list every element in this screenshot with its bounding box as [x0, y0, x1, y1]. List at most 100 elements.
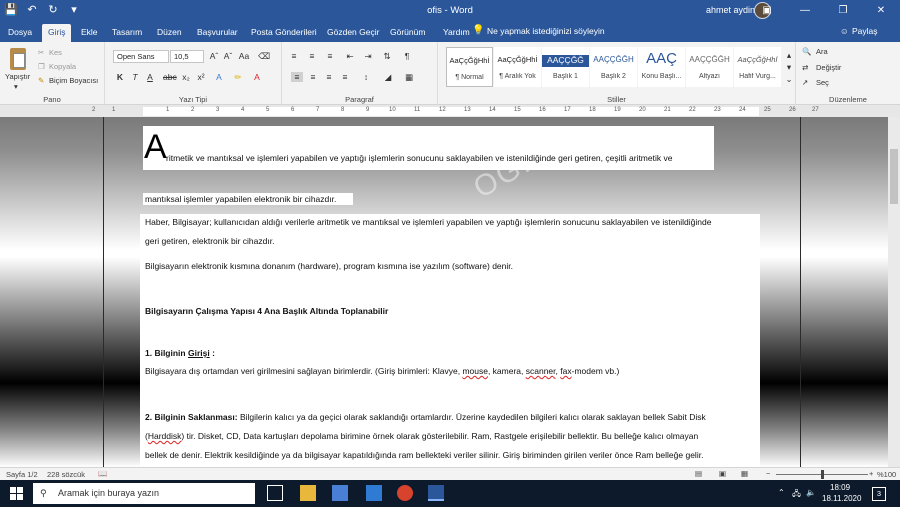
style-heading-1[interactable]: AAÇÇĞĞ Başlık 1: [542, 47, 589, 87]
multilevel-list-icon[interactable]: ≡: [324, 51, 336, 61]
ribbon-display-icon[interactable]: ▣: [748, 0, 786, 21]
find-button[interactable]: Ara: [816, 47, 828, 56]
tab-review[interactable]: Gözden Geçir: [327, 27, 379, 37]
zoom-in-icon[interactable]: +: [869, 469, 873, 478]
style-no-spacing[interactable]: AaÇçĞğHhİ ¶ Aralık Yok: [494, 47, 541, 87]
web-layout-icon[interactable]: ▦: [741, 469, 748, 478]
section-2-line-1[interactable]: 2. Bilginin Saklanması: Bilgilerin kalıc…: [145, 412, 706, 423]
paste-dropdown-icon[interactable]: ▾: [14, 82, 18, 91]
find-icon[interactable]: 🔍: [802, 47, 811, 56]
font-name-select[interactable]: Open Sans: [113, 50, 169, 63]
text-effects-icon[interactable]: A: [213, 72, 225, 82]
scrollbar-thumb[interactable]: [890, 149, 898, 204]
paragraph-2-line-2[interactable]: geri getiren, elektronik bir cihazdır.: [145, 236, 274, 247]
zoom-level[interactable]: %100: [877, 470, 896, 479]
notifications-icon[interactable]: 3: [872, 487, 886, 501]
styles-scroll-down-icon[interactable]: ▾: [783, 62, 795, 73]
underline-icon[interactable]: A: [144, 72, 156, 82]
styles-scroll-up-icon[interactable]: ▴: [783, 50, 795, 61]
paste-button-label[interactable]: Yapıştır: [5, 72, 30, 81]
paragraph-3[interactable]: Bilgisayarın elektronik kısmına donanım …: [145, 261, 513, 272]
decrease-indent-icon[interactable]: ⇤: [344, 51, 356, 62]
style-heading-2[interactable]: AAÇÇĞĞH Başlık 2: [590, 47, 637, 87]
numbering-icon[interactable]: ≡: [306, 51, 318, 61]
zoom-out-icon[interactable]: −: [766, 469, 770, 478]
superscript-icon[interactable]: x²: [195, 72, 207, 82]
section-heading[interactable]: Bilgisayarın Çalışma Yapısı 4 Ana Başlık…: [145, 306, 388, 317]
file-explorer-icon[interactable]: [300, 485, 316, 501]
horizontal-ruler[interactable]: 2 1 1 2 3 4 5 6 7 8 9 10 11 12 13 14 15 …: [0, 105, 900, 117]
shrink-font-icon[interactable]: Aˇ: [222, 51, 234, 61]
word-count[interactable]: 228 sözcük: [47, 470, 85, 479]
share-button[interactable]: Paylaş: [852, 26, 878, 36]
copy-icon[interactable]: ❐: [38, 62, 45, 71]
store-icon[interactable]: [332, 485, 348, 501]
show-marks-icon[interactable]: ¶: [401, 51, 413, 61]
paragraph-1-line-1[interactable]: ritmetik ve mantıksal ve işlemleri yapab…: [166, 153, 672, 164]
format-painter-icon[interactable]: ✎: [38, 76, 44, 85]
italic-icon[interactable]: T: [129, 72, 141, 82]
restore-button[interactable]: ❐: [824, 0, 862, 21]
styles-more-icon[interactable]: ⌄: [783, 74, 795, 85]
tab-insert[interactable]: Ekle: [81, 27, 98, 37]
tab-help[interactable]: Yardım: [443, 27, 470, 37]
borders-icon[interactable]: ▦: [403, 72, 415, 83]
clock-date[interactable]: 18.11.2020: [822, 494, 861, 503]
font-color-icon[interactable]: A: [251, 72, 263, 82]
volume-icon[interactable]: 🔈: [806, 488, 816, 497]
clear-formatting-icon[interactable]: ⌫: [258, 51, 270, 62]
replace-icon[interactable]: ⇄: [802, 63, 808, 72]
bold-icon[interactable]: K: [114, 72, 126, 82]
style-subtitle[interactable]: AAÇÇĞĞH Altyazı: [686, 47, 733, 87]
select-icon[interactable]: ↗: [802, 78, 808, 87]
tab-view[interactable]: Görünüm: [390, 27, 425, 37]
drop-cap[interactable]: A: [144, 130, 167, 164]
tab-layout[interactable]: Düzen: [157, 27, 182, 37]
section-2-line-3[interactable]: bellek de denir. Elektrik kesildiğinde y…: [145, 450, 703, 461]
tray-chevron-icon[interactable]: ⌃: [778, 488, 785, 497]
taskbar-search[interactable]: ⚲ Aramak için buraya yazın: [33, 483, 255, 504]
cut-button[interactable]: Kes: [49, 48, 62, 57]
section-1-title[interactable]: 1. Bilginin Girişi :: [145, 348, 215, 359]
task-view-icon[interactable]: [267, 485, 283, 501]
tell-me-search[interactable]: Ne yapmak istediğinizi söyleyin: [487, 26, 605, 36]
proofing-icon[interactable]: 📖: [98, 469, 107, 478]
page-count[interactable]: Sayfa 1/2: [6, 470, 38, 479]
highlight-icon[interactable]: ✏: [232, 72, 244, 83]
mail-icon[interactable]: [366, 485, 382, 501]
word-taskbar-icon[interactable]: [428, 485, 444, 501]
line-spacing-icon[interactable]: ↕: [360, 72, 372, 82]
format-painter-button[interactable]: Biçim Boyacısı: [49, 76, 98, 85]
align-left-icon[interactable]: ≡: [291, 72, 303, 82]
minimize-button[interactable]: —: [786, 0, 824, 21]
read-mode-icon[interactable]: ▤: [695, 469, 702, 478]
select-button[interactable]: Seç: [816, 78, 829, 87]
paste-icon[interactable]: [10, 48, 26, 70]
style-normal[interactable]: AaÇçĞğHhİ ¶ Normal: [446, 47, 493, 87]
close-button[interactable]: ✕: [862, 0, 900, 21]
increase-indent-icon[interactable]: ⇥: [362, 51, 374, 62]
tab-references[interactable]: Başvurular: [197, 27, 238, 37]
print-layout-icon[interactable]: ▣: [719, 469, 726, 478]
copy-button[interactable]: Kopyala: [49, 62, 76, 71]
tab-design[interactable]: Tasarım: [112, 27, 142, 37]
windows-start-icon[interactable]: [10, 487, 23, 500]
network-icon[interactable]: 🖧: [792, 488, 801, 502]
bullets-icon[interactable]: ≡: [288, 51, 300, 61]
replace-button[interactable]: Değiştir: [816, 63, 841, 72]
clock-time[interactable]: 18:09: [830, 483, 850, 492]
align-right-icon[interactable]: ≡: [323, 72, 335, 82]
vertical-scrollbar[interactable]: [888, 117, 900, 467]
zoom-slider-thumb[interactable]: [821, 470, 824, 479]
tab-home[interactable]: Giriş: [42, 24, 72, 42]
sort-icon[interactable]: ⇅: [381, 51, 393, 62]
tab-mailings[interactable]: Posta Gönderileri: [251, 27, 317, 37]
justify-icon[interactable]: ≡: [339, 72, 351, 82]
chrome-icon[interactable]: [397, 485, 413, 501]
section-1-text[interactable]: Bilgisayara dış ortamdan veri girilmesin…: [145, 366, 619, 377]
style-subtle-emphasis[interactable]: AaÇçĞğHhİ Hafif Vurg...: [734, 47, 781, 87]
strikethrough-icon[interactable]: abc: [163, 72, 177, 82]
shading-icon[interactable]: ◢: [382, 72, 394, 83]
change-case-icon[interactable]: Aa: [238, 51, 250, 61]
cut-icon[interactable]: ✂: [38, 48, 44, 57]
